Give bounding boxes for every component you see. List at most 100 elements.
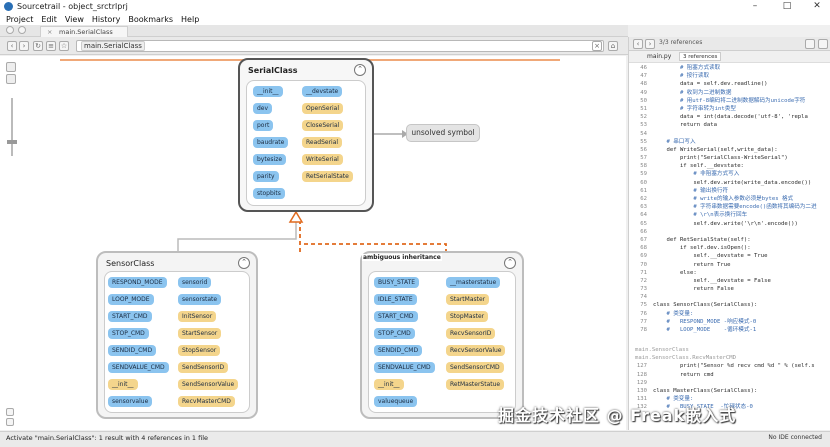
line-number: 67 (640, 236, 647, 243)
member-sendvalue-cmd[interactable]: SENDVALUE_CMD (374, 362, 435, 373)
zoom-in-icon[interactable] (6, 62, 16, 72)
method-writeserial[interactable]: WriteSerial (302, 154, 343, 165)
member-devstate[interactable]: __devstate (302, 86, 343, 97)
member-parity[interactable]: parity (253, 171, 279, 182)
scope-sensorclass[interactable]: main.SensorClass (629, 346, 830, 354)
tab-left-icon[interactable] (6, 26, 14, 34)
edge-sensor-inherit (177, 222, 297, 251)
code-text: # 字符串转为int类型 (653, 105, 736, 112)
maximize-icon[interactable] (805, 39, 815, 49)
member-masterstatue[interactable]: __masterstatue (446, 277, 501, 288)
unsolved-symbol-node[interactable]: unsolved symbol (406, 124, 480, 142)
sensorclass-node[interactable]: SensorClass ⌃ RESPOND_MODE LOOP_MODE STA… (96, 251, 258, 419)
member-sendid-cmd[interactable]: SENDID_CMD (108, 345, 157, 356)
line-number: 60 (640, 179, 647, 186)
minimize-button[interactable]: – (740, 0, 770, 13)
back-icon[interactable]: ‹ (7, 41, 17, 51)
code-text: self.dev.write('\r\n'.encode()) (653, 220, 798, 227)
refresh-icon[interactable]: ↻ (33, 41, 43, 51)
line-number: 52 (640, 114, 647, 121)
code-text: # 非阻塞方式写入 (653, 171, 740, 178)
method-stopsensor[interactable]: StopSensor (178, 345, 221, 356)
next-reference-icon[interactable]: › (645, 39, 655, 49)
member-stopbits[interactable]: stopbits (253, 188, 285, 199)
zoom-handle[interactable] (7, 140, 17, 144)
method-sendsensorvalue[interactable]: SendSensorValue (178, 379, 239, 390)
member-sensorstate[interactable]: sensorstate (178, 294, 222, 305)
close-window-button[interactable]: ✕ (802, 0, 830, 13)
collapse-icon[interactable]: ⌃ (238, 257, 250, 269)
zoom-out-icon[interactable] (6, 74, 16, 84)
member-sensorid[interactable]: sensorid (178, 277, 212, 288)
masterclass-node[interactable]: ⌃ BUSY_STATE IDLE_STATE START_CMD STOP_C… (360, 251, 524, 419)
tab-right-icon[interactable] (18, 26, 26, 34)
menu-project[interactable]: Project (6, 15, 33, 24)
graph-zoom-plus-icon[interactable] (6, 408, 14, 416)
search-clear-icon[interactable]: × (592, 41, 602, 51)
member-baudrate[interactable]: baudrate (253, 137, 289, 148)
menu-help[interactable]: Help (181, 15, 199, 24)
prev-reference-icon[interactable]: ‹ (633, 39, 643, 49)
search-input[interactable]: main.SerialClass (76, 40, 604, 52)
method-sendsensorcmd[interactable]: SendSensorCMD (446, 362, 504, 373)
method-retmasterstatue[interactable]: RetMasterStatue (446, 379, 505, 390)
method-startsensor[interactable]: StartSensor (178, 328, 222, 339)
home-icon[interactable]: ⌂ (608, 41, 618, 51)
code-line: 65 self.dev.write('\r\n'.encode()) (629, 220, 830, 228)
search-chip[interactable]: main.SerialClass (81, 41, 145, 51)
member-port[interactable]: port (253, 120, 274, 131)
code-text: return data (653, 122, 717, 129)
member-valuequeue[interactable]: valuequeue (374, 396, 418, 407)
method-closeserial[interactable]: CloseSerial (302, 120, 344, 131)
graph-zoom-minus-icon[interactable] (6, 418, 14, 426)
member-stop-cmd[interactable]: STOP_CMD (374, 328, 415, 339)
member-respond-mode[interactable]: RESPOND_MODE (108, 277, 167, 288)
code-line: 71 else: (629, 269, 830, 277)
bookmark-icon[interactable]: ☆ (59, 41, 69, 51)
member-busy-state[interactable]: BUSY_STATE (374, 277, 420, 288)
member-sendid-cmd[interactable]: SENDID_CMD (374, 345, 423, 356)
serialclass-node[interactable]: SerialClass ⌃ __init__ dev port baudrate… (238, 58, 374, 212)
member-bytesize[interactable]: bytesize (253, 154, 287, 165)
maximize-button[interactable]: □ (772, 0, 802, 13)
tab-close-icon[interactable]: × (47, 27, 52, 37)
collapse-icon[interactable]: ⌃ (504, 257, 516, 269)
zoom-slider[interactable] (11, 98, 13, 156)
forward-icon[interactable]: › (19, 41, 29, 51)
member-start-cmd[interactable]: START_CMD (108, 311, 152, 322)
method-init[interactable]: __init__ (108, 379, 138, 390)
menu-bookmarks[interactable]: Bookmarks (128, 15, 173, 24)
history-icon[interactable]: ≡ (46, 41, 56, 51)
collapse-icon[interactable]: ⌃ (354, 64, 366, 76)
member-sensorvalue[interactable]: sensorvalue (108, 396, 153, 407)
method-sendsensorid[interactable]: SendSensorID (178, 362, 229, 373)
menu-history[interactable]: History (92, 15, 120, 24)
method-recvsensorvalue[interactable]: RecvSensorValue (446, 345, 506, 356)
code-line: 129 (629, 379, 830, 387)
file-header[interactable]: main.py 3 references (629, 51, 830, 63)
method-init[interactable]: __init__ (374, 379, 404, 390)
member-sendvalue-cmd[interactable]: SENDVALUE_CMD (108, 362, 169, 373)
scope-recvmastercmd[interactable]: main.SensorClass.RecvMasterCMD (629, 354, 830, 362)
member-loop-mode[interactable]: LOOP_MODE (108, 294, 154, 305)
member-start-cmd[interactable]: START_CMD (374, 311, 418, 322)
method-readserial[interactable]: ReadSerial (302, 137, 343, 148)
member-dev[interactable]: dev (253, 103, 273, 114)
list-icon[interactable] (818, 39, 828, 49)
graph-view[interactable]: SerialClass ⌃ __init__ dev port baudrate… (0, 56, 626, 430)
code-snippet-1[interactable]: 46 # 阻塞方式读取 47 # 按行读取 48 data = self.dev.r… (629, 64, 830, 334)
tab-serialclass[interactable]: × main.SerialClass (40, 26, 128, 37)
member-idle-state[interactable]: IDLE_STATE (374, 294, 417, 305)
method-openserial[interactable]: OpenSerial (302, 103, 344, 114)
member-init[interactable]: __init__ (253, 86, 283, 97)
method-retserialstate[interactable]: RetSerialState (302, 171, 353, 182)
method-recvsensorid[interactable]: RecvSensorID (446, 328, 496, 339)
method-startmaster[interactable]: StartMaster (446, 294, 490, 305)
method-recvmastercmd[interactable]: RecvMasterCMD (178, 396, 235, 407)
code-toolbar: ‹ › 3/3 references (629, 37, 830, 51)
method-initsensor[interactable]: InitSensor (178, 311, 217, 322)
menu-edit[interactable]: Edit (41, 15, 57, 24)
menu-view[interactable]: View (65, 15, 84, 24)
member-stop-cmd[interactable]: STOP_CMD (108, 328, 149, 339)
method-stopmaster[interactable]: StopMaster (446, 311, 489, 322)
